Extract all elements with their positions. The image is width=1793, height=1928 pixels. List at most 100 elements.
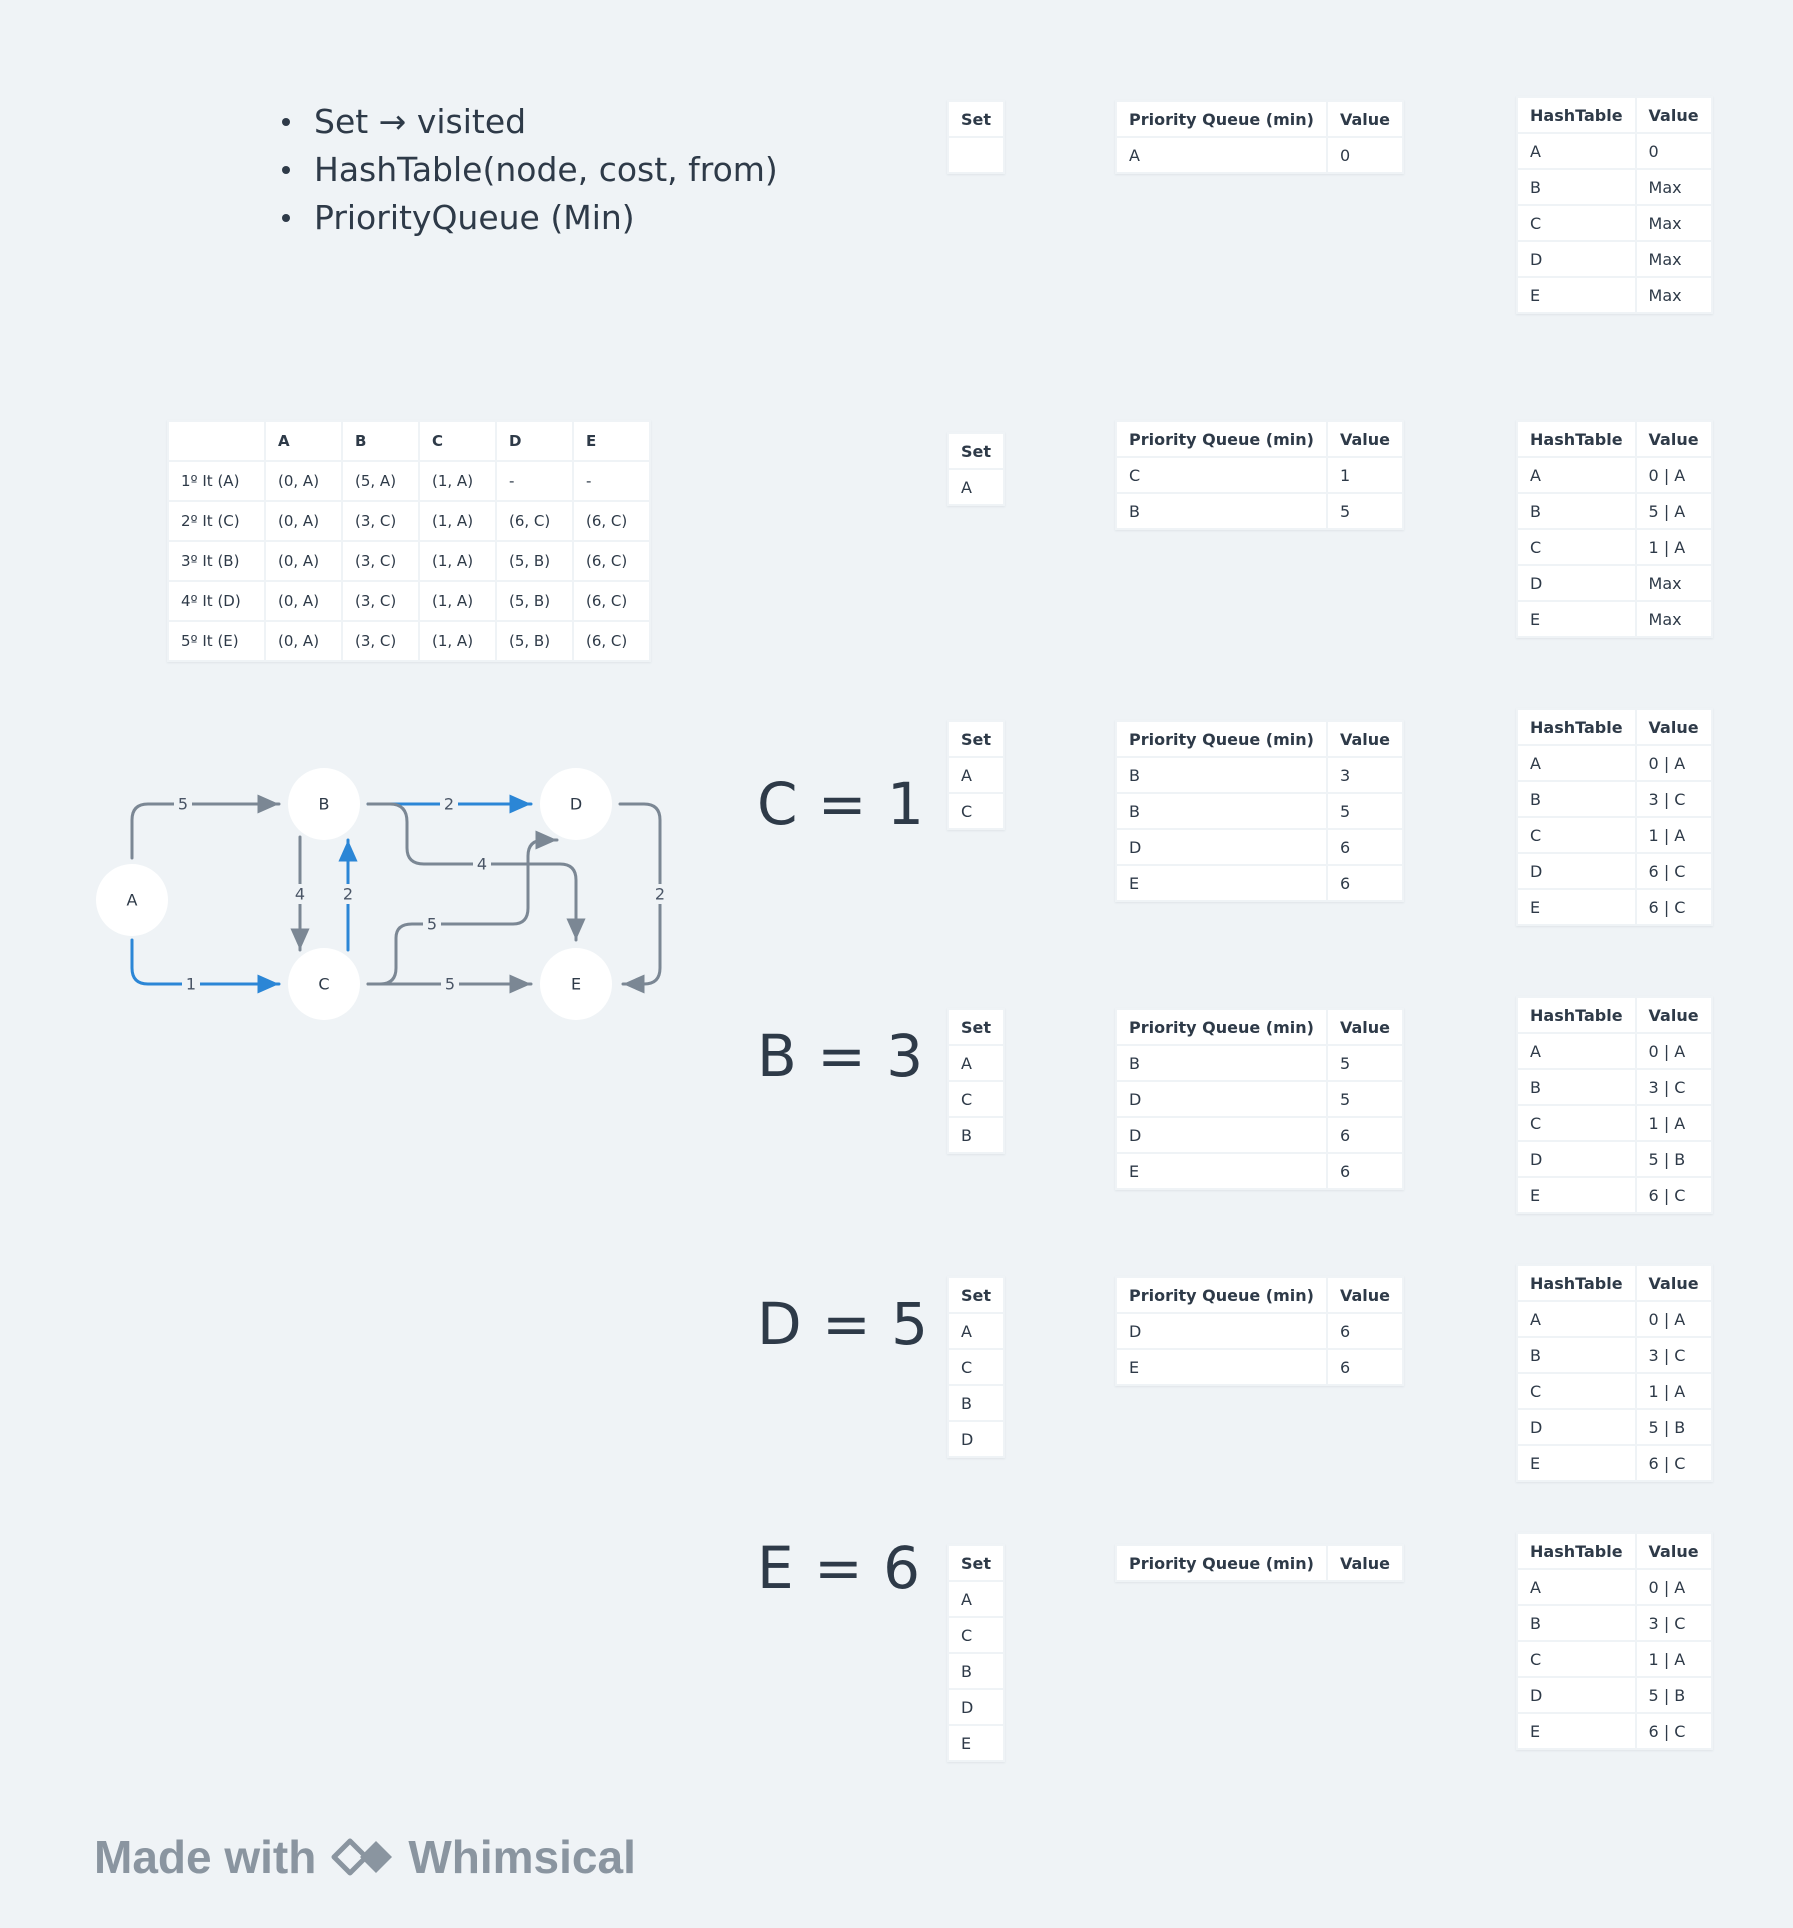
pq-row: E6 [1115,1152,1404,1190]
pq-row: C1 [1115,456,1404,494]
set-table: Set A C [946,720,1006,830]
ht-node-cell: C [1516,816,1637,854]
set-header: Set [946,1276,1006,1314]
ht-row: E6 | C [1516,1176,1713,1214]
pq-value-cell: 6 [1325,1348,1404,1386]
pq-header: Priority Queue (min) [1115,1008,1328,1046]
ht-node-cell: C [1516,528,1637,566]
ht-node-cell: A [1516,1032,1637,1070]
pq-header: Priority Queue (min) [1115,1544,1328,1582]
hashtable-table: HashTable Value A 0 | AB3 | CC1 | AD5 | BE6… [1516,996,1713,1214]
pq-node-cell: B [1115,1044,1328,1082]
set-row: E [946,1724,1006,1762]
pq-header-row: Priority Queue (min) Value [1115,1276,1404,1314]
ht-row: D5 | B [1516,1408,1713,1446]
pq-header: Priority Queue (min) [1115,1276,1328,1314]
made-with-footer[interactable]: Made with Whimsical [94,1830,636,1884]
ht-value-cell: 1 | A [1634,816,1713,854]
pq-header-row: Priority Queue (min) Value [1115,100,1404,138]
pq-row: D6 [1115,1312,1404,1350]
edge-c-d [366,830,559,986]
set-header-row: Set [946,100,1006,138]
pq-value-cell: 6 [1325,864,1404,902]
set-cell [946,136,1006,174]
ht-row: D Max [1516,240,1713,278]
ht-value-cell: 6 | C [1634,1712,1713,1750]
ht-node-cell: B [1516,1068,1637,1106]
ht-header-row: HashTable Value [1516,708,1713,746]
set-table: Set A C B D E [946,1544,1006,1762]
ht-row: D Max [1516,564,1713,602]
pq-node-cell: D [1115,1080,1328,1118]
set-cell: A [946,1044,1006,1082]
ht-row: B Max [1516,168,1713,206]
ht-node-cell: E [1516,600,1637,638]
pq-value-cell: 5 [1325,1080,1404,1118]
pq-header: Priority Queue (min) [1115,420,1328,458]
ht-value-cell: 5 | A [1634,492,1713,530]
ht-node-cell: E [1516,1444,1637,1482]
pq-node-cell: E [1115,1152,1328,1190]
ht-value-cell: 5 | B [1634,1676,1713,1714]
pq-row: D6 [1115,828,1404,866]
ht-value-cell: 0 | A [1634,1568,1713,1606]
set-cell: B [946,1116,1006,1154]
node-c: C [288,948,360,1020]
ht-row: C Max [1516,204,1713,242]
pq-value-cell: 6 [1325,1116,1404,1154]
ht-header-row: HashTable Value [1516,1264,1713,1302]
ht-row: B3 | C [1516,1604,1713,1642]
ht-node-cell: C [1516,1104,1637,1142]
set-header: Set [946,1544,1006,1582]
ht-value-cell: 0 | A [1634,1032,1713,1070]
priority-queue-table: Priority Queue (min) Value [1115,1544,1404,1582]
edge-label-c-e: 5 [445,975,455,994]
set-row: C [946,792,1006,830]
ht-node-cell: E [1516,276,1637,314]
pq-node-cell: D [1115,1312,1328,1350]
set-row: B [946,1384,1006,1422]
set-cell: B [946,1652,1006,1690]
ht-node-cell: C [1516,1372,1637,1410]
edge-label-b-d: 2 [444,795,454,814]
ht-value-cell: 0 | A [1634,456,1713,494]
ht-node-cell: D [1516,240,1637,278]
edge-label-b-c: 4 [295,885,305,904]
ht-value-cell: Max [1634,168,1713,206]
svg-text:C: C [318,975,329,994]
hashtable-table: HashTable Value A 0 B Max C Max D Max E Max [1516,96,1713,314]
set-table: Set A C B [946,1008,1006,1154]
edge-label-c-b: 2 [343,885,353,904]
step-heading: D = 5 [757,1290,930,1358]
pq-row: E6 [1115,864,1404,902]
priority-queue-table: Priority Queue (min) Value B 5 D 5 D 6 E 6 [1115,1008,1404,1190]
ht-node-cell: D [1516,564,1637,602]
set-row: D [946,1420,1006,1458]
ht-node-cell: D [1516,1408,1637,1446]
pq-node-cell: D [1115,828,1328,866]
ht-value-cell: 3 | C [1634,780,1713,818]
priority-queue-table: Priority Queue (min) Value D 6 E 6 [1115,1276,1404,1386]
ht-value-cell: 1 | A [1634,1104,1713,1142]
set-cell: E [946,1724,1006,1762]
ht-node-cell: A [1516,1300,1637,1338]
set-header-row: Set [946,1008,1006,1046]
ht-header-row: HashTable Value [1516,1532,1713,1570]
set-row: C [946,1080,1006,1118]
ht-node-cell: C [1516,1640,1637,1678]
ht-value-cell: 3 | C [1634,1604,1713,1642]
ht-value-header: Value [1634,1264,1713,1302]
set-cell: D [946,1688,1006,1726]
ht-value-cell: 6 | C [1634,1444,1713,1482]
pq-node-cell: B [1115,792,1328,830]
pq-value-header: Value [1325,420,1404,458]
set-header-row: Set [946,1276,1006,1314]
ht-header: HashTable [1516,708,1637,746]
edge-label-c-d: 5 [427,915,437,934]
ht-value-cell: 0 | A [1634,1300,1713,1338]
pq-header: Priority Queue (min) [1115,100,1328,138]
ht-value-header: Value [1634,420,1713,458]
ht-row: C1 | A [1516,528,1713,566]
ht-row: D5 | B [1516,1140,1713,1178]
set-header: Set [946,432,1006,470]
